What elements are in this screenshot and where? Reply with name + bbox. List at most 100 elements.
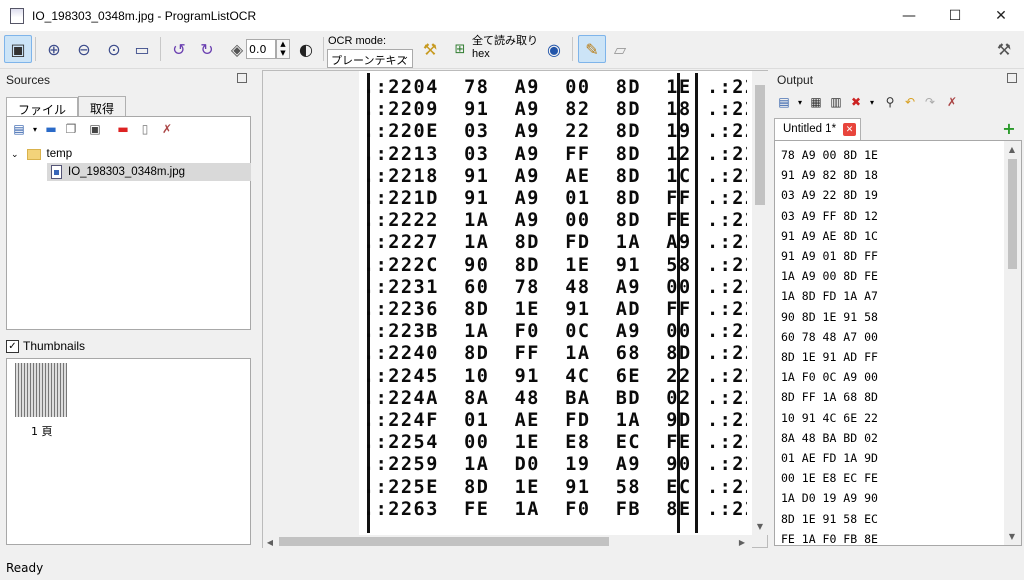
viewer-vscrollbar[interactable]: ▼ bbox=[752, 71, 768, 535]
zoom-fit-icon[interactable]: ⊙ bbox=[100, 35, 128, 63]
remove-icon[interactable]: ▬ bbox=[115, 121, 131, 137]
image-viewer: .:2204 78 A9 00 8D 1E .:2209 91 A9 82 8D … bbox=[262, 70, 768, 548]
rotate-left-icon[interactable]: ↺ bbox=[165, 35, 193, 63]
thumbnail-list: 1 頁 bbox=[6, 358, 251, 545]
folder-name: temp bbox=[46, 148, 73, 160]
ocr-mode-select[interactable]: プレーンテキスト ⌄ bbox=[327, 49, 413, 83]
chevron-down-icon[interactable]: ▾ bbox=[792, 94, 808, 110]
folder-open-icon[interactable]: ▬ bbox=[43, 121, 59, 137]
output-vscrollbar[interactable]: ▲ ▼ bbox=[1004, 141, 1021, 545]
sources-panel: Sources ファイル 取得 ▤ ▾ ▬ ❐ ▣ ▬ ▯ ✗ ⌄ temp I… bbox=[1, 70, 253, 332]
save-as-icon[interactable]: ▥ bbox=[828, 94, 844, 110]
scanned-image: .:2204 78 A9 00 8D 1E .:2209 91 A9 82 8D … bbox=[359, 71, 752, 535]
camera-icon[interactable]: ▣ bbox=[87, 121, 103, 137]
brightness-icon[interactable]: ◐ bbox=[292, 35, 320, 63]
scan-line-partial: .:2218 91 A9 AE 8D 1C bbox=[707, 165, 747, 187]
rotate-right-icon[interactable]: ↻ bbox=[193, 35, 221, 63]
trash-icon[interactable]: ▯ bbox=[137, 121, 153, 137]
tree-folder[interactable]: ⌄ temp bbox=[11, 145, 72, 163]
ocr-hammer-icon[interactable]: ⚒ bbox=[416, 35, 444, 63]
float-icon[interactable] bbox=[237, 73, 247, 83]
output-tab[interactable]: Untitled 1* ✕ bbox=[774, 118, 862, 140]
close-tab-icon[interactable]: ✕ bbox=[843, 123, 857, 136]
scan-line: .:224A 8A 48 BA BD 02 bbox=[363, 387, 692, 409]
thumbnail-caption: 1 頁 bbox=[31, 425, 53, 438]
scan-line-partial: .:224A 8A 48 BA BD 02 bbox=[707, 387, 747, 409]
file-name: IO_198303_0348m.jpg bbox=[68, 166, 186, 178]
page-icon[interactable]: ▭ bbox=[128, 35, 156, 63]
output-line: 8D 1E 91 58 EC bbox=[781, 511, 878, 526]
output-line: 8A 48 BA BD 02 bbox=[781, 430, 878, 445]
scan-line-partial: .:220E 03 A9 22 8D 19 bbox=[707, 121, 747, 143]
output-title: Output bbox=[777, 73, 814, 87]
output-line: 8D 1E 91 AD FF bbox=[781, 350, 878, 364]
note-icon[interactable]: ▱ bbox=[606, 35, 634, 63]
globe-icon[interactable]: ◉ bbox=[540, 35, 568, 63]
scan-line-partial: .:2209 91 A9 82 8D 18 bbox=[707, 99, 747, 121]
scroll-down-icon[interactable]: ▼ bbox=[753, 519, 767, 533]
output-vscroll-thumb[interactable] bbox=[1008, 159, 1017, 269]
zoom-out-icon[interactable]: ⊖ bbox=[70, 35, 98, 63]
scan-line: .:222C 90 8D 1E 91 58 bbox=[363, 254, 692, 276]
scan-line-partial: .:225E 8D 1E 91 58 EC bbox=[707, 476, 747, 498]
scan-line-partial: .:2263 FE 1A F0 FB 8E bbox=[707, 498, 747, 520]
read-all-icon[interactable]: ⊞ bbox=[446, 35, 474, 63]
float-icon[interactable] bbox=[1007, 73, 1017, 83]
main-toolbar: ▣ ⊕ ⊖ ⊙ ▭ ↺ ↻ ◈ 0.0 ▲ ▼ ◐ OCR mode: プレーンテ… bbox=[0, 31, 1024, 83]
copy-icon[interactable]: ❐ bbox=[63, 121, 79, 137]
scan-line-partial: .:221D 91 A9 01 8D FF bbox=[707, 188, 747, 209]
maximize-button[interactable]: ☐ bbox=[932, 0, 978, 31]
page-thumbnail[interactable] bbox=[15, 363, 67, 417]
chevron-down-icon[interactable]: ▾ bbox=[27, 121, 43, 137]
redo-icon[interactable]: ↷ bbox=[922, 94, 938, 110]
scan-line: .:221D 91 A9 01 8D FF bbox=[363, 188, 692, 209]
scan-line: .:2231 60 78 48 A9 00 bbox=[363, 276, 692, 298]
clear-broom-icon[interactable]: ✗ bbox=[159, 121, 175, 137]
output-line: 03 A9 FF 8D 12 bbox=[781, 208, 878, 223]
rotation-input[interactable]: 0.0 bbox=[246, 39, 276, 59]
scan-line: .:2213 03 A9 FF 8D 12 bbox=[363, 143, 692, 165]
scan-line: .:223B 1A F0 0C A9 00 bbox=[363, 321, 692, 343]
output-editor[interactable]: 78 A9 00 8D 1E 91 A9 82 8D 18 03 A9 22 8D … bbox=[774, 140, 1022, 546]
zoom-in-icon[interactable]: ⊕ bbox=[40, 35, 68, 63]
thumbnails-checkbox[interactable]: ✓ bbox=[6, 340, 19, 353]
window-title: IO_198303_0348m.jpg - ProgramListOCR bbox=[32, 8, 257, 23]
viewer-hscrollbar[interactable]: ◀ ▶ bbox=[263, 535, 752, 548]
undo-icon[interactable]: ↶ bbox=[902, 94, 918, 110]
chevron-down-icon[interactable]: ⌄ bbox=[11, 149, 19, 160]
scan-line-partial: .:2259 1A D0 19 A9 90 bbox=[707, 454, 747, 476]
clear-broom-icon[interactable]: ✗ bbox=[944, 94, 960, 110]
rotation-spinner[interactable]: ▲ ▼ bbox=[276, 39, 290, 59]
scan-line: .:2240 8D FF 1A 68 8D bbox=[363, 343, 692, 365]
delete-x-icon[interactable]: ✖ bbox=[848, 94, 864, 110]
scroll-right-icon[interactable]: ▶ bbox=[735, 535, 749, 549]
scroll-left-icon[interactable]: ◀ bbox=[263, 535, 277, 549]
tree-file-selected[interactable]: IO_198303_0348m.jpg bbox=[47, 163, 251, 181]
scan-line: .:2263 FE 1A F0 FB 8E bbox=[363, 498, 692, 520]
viewer-vscroll-thumb[interactable] bbox=[755, 85, 765, 205]
new-file-icon[interactable]: ▤ bbox=[11, 121, 27, 137]
output-line: 78 A9 00 8D 1E bbox=[781, 148, 878, 162]
binoculars-icon[interactable]: ⚲ bbox=[882, 94, 898, 110]
close-button[interactable]: ✕ bbox=[978, 0, 1024, 31]
image-file-icon bbox=[51, 165, 62, 179]
scroll-up-icon[interactable]: ▲ bbox=[1005, 142, 1019, 156]
edit-pencil-icon[interactable]: ✎ bbox=[578, 35, 606, 63]
output-line: 1A 8D FD 1A A7 bbox=[781, 289, 878, 304]
scan-text-block: .:2204 78 A9 00 8D 1E .:2209 91 A9 82 8D … bbox=[363, 77, 690, 535]
viewer-hscroll-thumb[interactable] bbox=[279, 537, 609, 546]
minimize-button[interactable]: — bbox=[886, 0, 932, 31]
read-all-button[interactable]: 全て読み取り hex bbox=[472, 35, 538, 61]
save-icon[interactable]: ▦ bbox=[808, 94, 824, 110]
settings-tools-icon[interactable]: ⚒ bbox=[990, 35, 1018, 63]
output-line: 00 1E E8 EC FE bbox=[781, 471, 878, 486]
scan-line: .:2204 78 A9 00 8D 1E bbox=[363, 77, 692, 98]
chevron-down-icon[interactable]: ▾ bbox=[864, 94, 880, 110]
thumbnails-label: Thumbnails bbox=[23, 339, 86, 353]
scroll-down-icon[interactable]: ▼ bbox=[1005, 529, 1019, 543]
new-doc-icon[interactable]: ▤ bbox=[776, 94, 792, 110]
output-line: 8D FF 1A 68 8D bbox=[781, 390, 878, 405]
scan-line-partial: .:2254 00 1E E8 EC FE bbox=[707, 432, 747, 454]
add-tab-icon[interactable]: + bbox=[1001, 119, 1017, 138]
open-image-icon[interactable]: ▣ bbox=[4, 35, 32, 63]
